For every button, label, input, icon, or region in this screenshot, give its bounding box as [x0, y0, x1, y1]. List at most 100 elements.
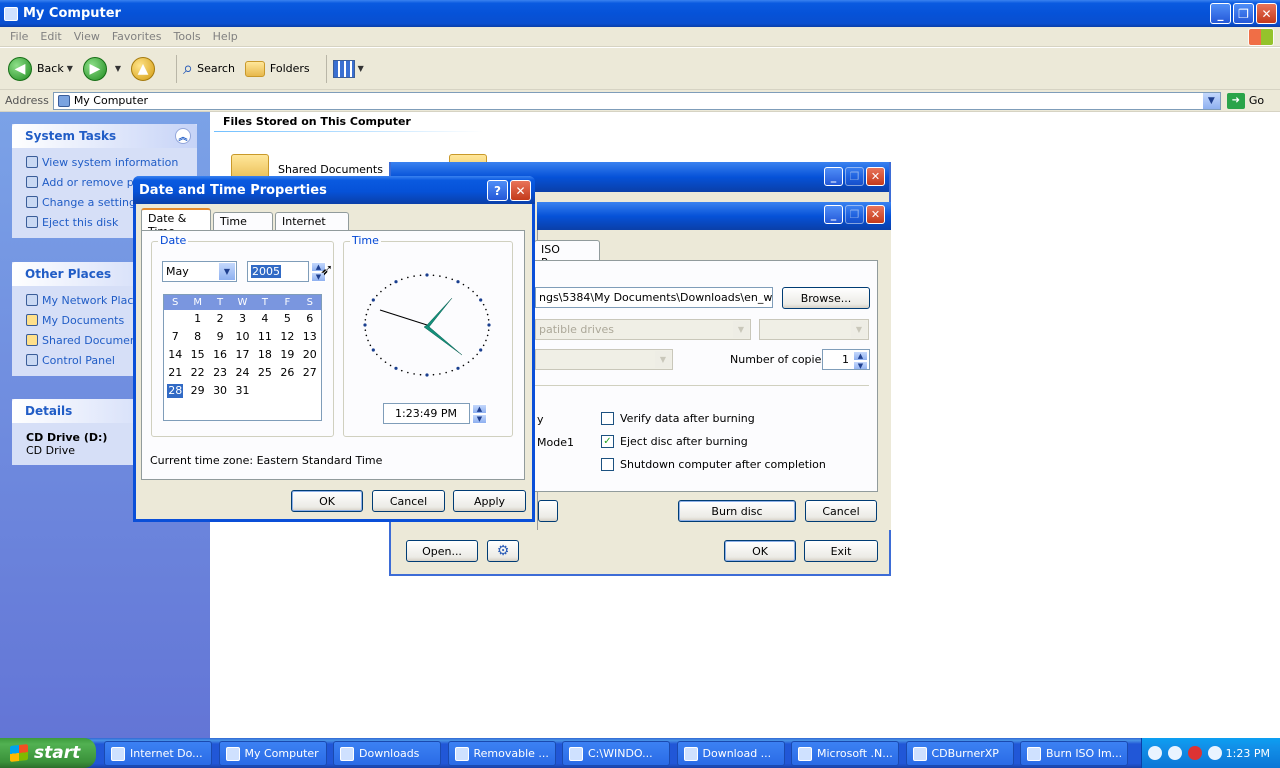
help-button[interactable]: ? — [487, 180, 508, 201]
task-downloads[interactable]: Downloads — [333, 741, 441, 766]
checkbox-box[interactable] — [601, 458, 614, 471]
close-button[interactable]: ✕ — [866, 205, 885, 224]
back-dropdown-icon[interactable]: ▼ — [67, 64, 73, 73]
month-select[interactable]: May ▼ — [162, 261, 237, 282]
calendar-day[interactable]: 6 — [299, 310, 321, 328]
iso-path-input[interactable]: ngs\5384\My Documents\Downloads\en_windo — [535, 287, 773, 308]
calendar-day[interactable]: 19 — [276, 346, 298, 364]
system-tasks-header[interactable]: System Tasks ︽ — [12, 124, 197, 148]
maximize-button[interactable]: ❐ — [1233, 3, 1254, 24]
calendar-day[interactable]: 30 — [209, 382, 231, 400]
forward-button[interactable]: ▶ ▼ — [82, 56, 121, 81]
calendar-day[interactable]: 14 — [164, 346, 186, 364]
year-input[interactable]: 2005 — [247, 261, 309, 282]
forward-dropdown-icon[interactable]: ▼ — [115, 64, 121, 73]
calendar-day[interactable]: 12 — [276, 328, 298, 346]
volume-icon[interactable] — [1208, 746, 1222, 760]
address-dropdown-icon[interactable]: ▼ — [1202, 92, 1220, 109]
address-input[interactable]: My Computer ▼ — [52, 91, 1221, 110]
settings-button[interactable]: ⚙ — [487, 540, 519, 562]
calendar-day[interactable]: 8 — [186, 328, 208, 346]
time-input[interactable]: 1:23:49 PM — [383, 403, 470, 424]
explorer-titlebar[interactable]: My Computer _ ❐ ✕ — [0, 0, 1280, 27]
search-button[interactable]: ⌕ Search — [183, 58, 235, 79]
spin-up-icon[interactable]: ▲ — [853, 351, 868, 361]
task-command-prompt[interactable]: C:\WINDO... — [562, 741, 670, 766]
calendar-day[interactable]: 21 — [164, 364, 186, 382]
calendar-day[interactable]: 5 — [276, 310, 298, 328]
calendar-days[interactable]: 1 2 3 4 5 6 7 8 9 10 11 12 13 14 15 16 17 18 19 20 21 22 23 24 2… — [164, 310, 321, 400]
cancel-button[interactable]: Cancel — [372, 490, 445, 512]
calendar-day[interactable]: 24 — [231, 364, 253, 382]
calendar-day[interactable]: 7 — [164, 328, 186, 346]
tab-time-zone[interactable]: Time Zone — [213, 212, 273, 241]
calendar-day[interactable]: 23 — [209, 364, 231, 382]
views-button[interactable]: ▼ — [332, 59, 364, 78]
minimize-button[interactable]: _ — [824, 167, 843, 186]
menu-view[interactable]: View — [74, 30, 100, 43]
start-button[interactable]: start — [0, 738, 96, 768]
checkbox-box[interactable] — [601, 412, 614, 425]
hidden-button[interactable] — [538, 500, 558, 522]
close-button[interactable]: ✕ — [866, 167, 885, 186]
calendar-day[interactable]: 20 — [299, 346, 321, 364]
network-icon[interactable] — [1168, 746, 1182, 760]
verify-checkbox[interactable]: Verify data after burning — [601, 412, 755, 425]
spin-up-icon[interactable]: ▲ — [472, 404, 487, 414]
close-button[interactable]: ✕ — [1256, 3, 1277, 24]
task-view-system-info[interactable]: View system information — [12, 152, 197, 172]
menu-help[interactable]: Help — [213, 30, 238, 43]
calendar-day[interactable]: 11 — [254, 328, 276, 346]
calendar-day[interactable]: 16 — [209, 346, 231, 364]
menu-file[interactable]: File — [10, 30, 28, 43]
task-removable-disk[interactable]: Removable ... — [447, 741, 556, 766]
calendar-day[interactable]: 22 — [186, 364, 208, 382]
open-button[interactable]: Open... — [406, 540, 478, 562]
exit-button[interactable]: Exit — [804, 540, 878, 562]
calendar-day[interactable]: 27 — [299, 364, 321, 382]
task-microsoft-net[interactable]: Microsoft .N... — [791, 741, 899, 766]
ok-button[interactable]: OK — [291, 490, 363, 512]
calendar-day[interactable]: 15 — [186, 346, 208, 364]
clock[interactable]: 1:23 PM — [1226, 747, 1270, 760]
back-button[interactable]: ◀ Back ▼ — [8, 56, 73, 81]
apply-button[interactable]: Apply — [453, 490, 526, 512]
up-folder-button[interactable]: ▲ — [131, 56, 160, 81]
task-firefox-download[interactable]: Download ... — [676, 741, 785, 766]
spin-down-icon[interactable]: ▼ — [472, 414, 487, 424]
menu-favorites[interactable]: Favorites — [112, 30, 162, 43]
calendar-day[interactable]: 4 — [254, 310, 276, 328]
eject-checkbox[interactable]: ✓ Eject disc after burning — [601, 435, 748, 448]
checkbox-box-checked[interactable]: ✓ — [601, 435, 614, 448]
task-my-computer[interactable]: My Computer — [218, 741, 327, 766]
task-internet-download[interactable]: Internet Do... — [104, 741, 212, 766]
calendar-day[interactable]: 10 — [231, 328, 253, 346]
calendar-day[interactable]: 26 — [276, 364, 298, 382]
close-button[interactable]: ✕ — [510, 180, 531, 201]
shared-documents-label[interactable]: Shared Documents — [278, 163, 383, 176]
calendar-day[interactable]: 1 — [186, 310, 208, 328]
menu-tools[interactable]: Tools — [174, 30, 201, 43]
cancel-button[interactable]: Cancel — [805, 500, 877, 522]
folders-button[interactable]: Folders — [244, 60, 310, 77]
collapse-icon[interactable]: ︽ — [175, 128, 191, 144]
security-alert-icon[interactable] — [1188, 746, 1202, 760]
calendar-day[interactable]: 17 — [231, 346, 253, 364]
tab-iso-progress[interactable]: ISO Progress — [534, 240, 600, 269]
spin-down-icon[interactable]: ▼ — [853, 361, 868, 369]
calendar-day[interactable]: 28 — [167, 384, 184, 398]
go-button[interactable]: ➜ Go — [1226, 92, 1264, 109]
tab-date-time[interactable]: Date & Time — [141, 208, 211, 238]
calendar-day[interactable]: 9 — [209, 328, 231, 346]
tab-internet-time[interactable]: Internet Time — [275, 212, 349, 241]
date-time-titlebar[interactable]: Date and Time Properties ? ✕ — [133, 176, 535, 204]
browse-button[interactable]: Browse... — [782, 287, 870, 309]
calendar-day[interactable]: 18 — [254, 346, 276, 364]
copies-input[interactable]: 1 ▲ ▼ — [822, 349, 870, 370]
menu-edit[interactable]: Edit — [40, 30, 61, 43]
calendar-day[interactable]: 2 — [209, 310, 231, 328]
shutdown-checkbox[interactable]: Shutdown computer after completion — [601, 458, 826, 471]
show-hidden-icons-icon[interactable] — [1148, 746, 1162, 760]
task-cdburnerxp[interactable]: CDBurnerXP — [905, 741, 1014, 766]
chevron-down-icon[interactable]: ▼ — [219, 263, 235, 280]
